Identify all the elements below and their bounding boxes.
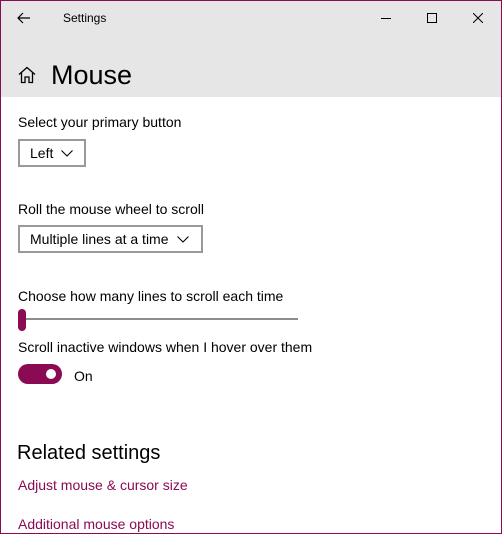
maximize-button[interactable] bbox=[409, 1, 455, 35]
page-header: Mouse bbox=[17, 58, 132, 92]
minimize-button[interactable] bbox=[363, 1, 409, 35]
lines-slider-track[interactable] bbox=[18, 318, 298, 320]
wheel-scroll-value: Multiple lines at a time bbox=[30, 231, 169, 247]
app-title: Settings bbox=[63, 11, 107, 25]
page-title: Mouse bbox=[51, 60, 133, 90]
maximize-icon bbox=[427, 13, 437, 23]
primary-button-label: Select your primary button bbox=[18, 114, 182, 130]
home-icon[interactable] bbox=[17, 65, 37, 85]
related-settings-heading: Related settings bbox=[17, 442, 161, 464]
toggle-knob bbox=[46, 369, 56, 379]
close-button[interactable] bbox=[455, 1, 501, 35]
lines-to-scroll-label: Choose how many lines to scroll each tim… bbox=[18, 288, 284, 304]
inactive-scroll-label: Scroll inactive windows when I hover ove… bbox=[18, 339, 313, 355]
header: Settings Mouse bbox=[1, 1, 501, 97]
settings-window: Settings Mouse Select your primary butto… bbox=[0, 0, 502, 534]
lines-slider-thumb[interactable] bbox=[18, 309, 26, 331]
primary-button-select[interactable]: Left bbox=[18, 139, 86, 167]
chevron-down-icon bbox=[61, 149, 74, 157]
inactive-scroll-toggle[interactable] bbox=[18, 364, 62, 384]
title-bar: Settings bbox=[1, 1, 501, 35]
chevron-down-icon bbox=[176, 235, 189, 243]
close-icon bbox=[473, 13, 483, 23]
primary-button-value: Left bbox=[30, 145, 54, 161]
minimize-icon bbox=[381, 18, 391, 19]
adjust-mouse-cursor-size-link[interactable]: Adjust mouse & cursor size bbox=[18, 477, 188, 493]
back-arrow-icon bbox=[17, 12, 30, 24]
additional-mouse-options-link[interactable]: Additional mouse options bbox=[18, 516, 174, 532]
toggle-state-text: On bbox=[74, 368, 93, 384]
back-button[interactable] bbox=[1, 1, 47, 35]
wheel-scroll-select[interactable]: Multiple lines at a time bbox=[18, 225, 203, 253]
wheel-scroll-label: Roll the mouse wheel to scroll bbox=[18, 201, 204, 217]
